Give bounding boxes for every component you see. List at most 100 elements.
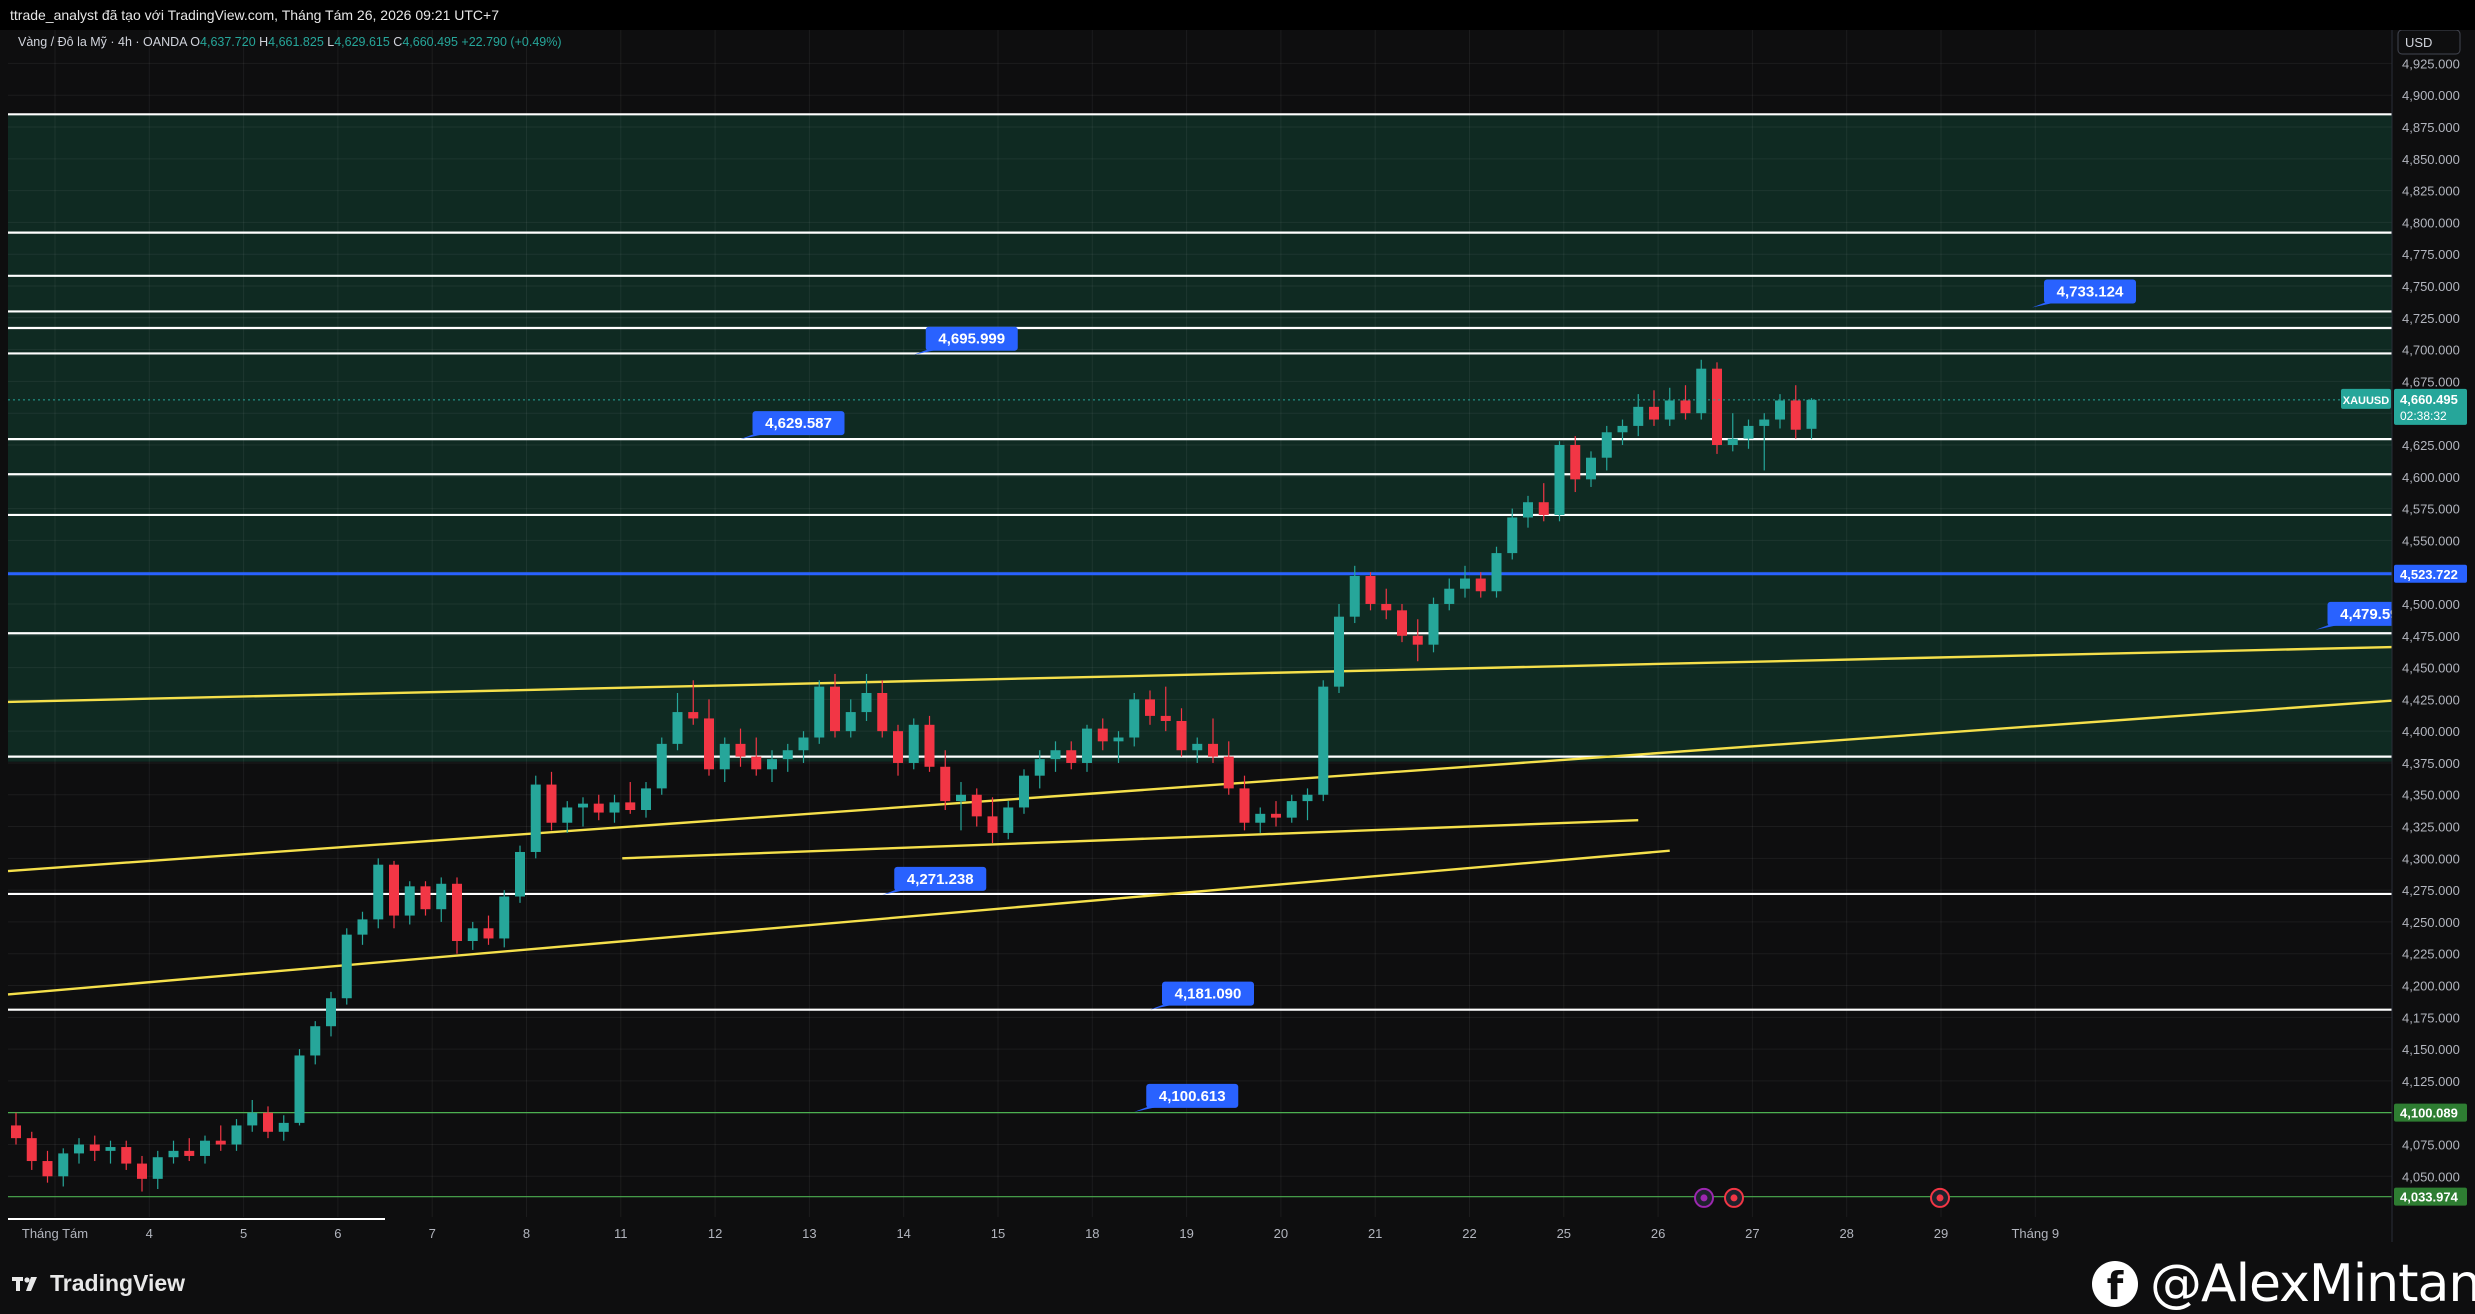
- candle-body: [988, 816, 998, 833]
- candle-body: [1649, 407, 1659, 420]
- y-axis-tick-label: 4,850.000: [2402, 152, 2460, 167]
- candle: [1555, 441, 1565, 521]
- candle-body: [893, 731, 903, 763]
- candle-body: [452, 884, 462, 941]
- footer: TradingView f @AlexMintan: [0, 1252, 2475, 1311]
- candle-body: [484, 928, 494, 938]
- candle-body: [578, 804, 588, 808]
- candle-body: [1681, 400, 1691, 413]
- legend-value: O: [190, 35, 200, 49]
- candle-body: [90, 1145, 100, 1151]
- candle: [909, 718, 919, 769]
- candle-body: [1728, 439, 1738, 445]
- x-axis-label: Tháng Tám: [22, 1226, 88, 1241]
- candle-body: [11, 1125, 21, 1138]
- candle-body: [137, 1164, 147, 1179]
- candle-body: [610, 802, 620, 812]
- candle-body: [1318, 687, 1328, 795]
- tradingview-logo[interactable]: TradingView: [12, 1270, 185, 1297]
- y-axis-tick-label: 4,375.000: [2402, 756, 2460, 771]
- y-axis-tick-label: 4,825.000: [2402, 184, 2460, 199]
- legend-value: 4,637.720: [200, 35, 259, 49]
- candle-body: [1051, 750, 1061, 759]
- y-axis-tick-label: 4,875.000: [2402, 120, 2460, 135]
- y-axis-tick-label: 4,125.000: [2402, 1074, 2460, 1089]
- candle-body: [27, 1138, 37, 1161]
- candle-body: [846, 712, 856, 731]
- candle: [1712, 362, 1722, 454]
- candle: [1492, 547, 1502, 598]
- candle-body: [1224, 757, 1234, 789]
- y-axis-tick-label: 4,725.000: [2402, 311, 2460, 326]
- countdown-text: 02:38:32: [2400, 409, 2447, 423]
- candle-body: [1066, 750, 1076, 763]
- candle-body: [1303, 795, 1313, 801]
- candle-body: [279, 1123, 289, 1132]
- candle-body: [1555, 445, 1565, 515]
- candle-body: [940, 767, 950, 801]
- price-chart[interactable]: 4,695.9994,733.1244,629.5874,670.0084,60…: [0, 30, 2475, 1252]
- candle: [1334, 604, 1344, 693]
- candle-body: [1444, 589, 1454, 604]
- x-axis-label: 20: [1274, 1226, 1288, 1241]
- tradingview-logo-icon: [12, 1275, 42, 1293]
- candle-body: [1791, 400, 1801, 429]
- candle-body: [1618, 426, 1628, 432]
- candle-body: [468, 928, 478, 941]
- y-axis-tick-label: 4,700.000: [2402, 343, 2460, 358]
- candle-body: [814, 687, 824, 738]
- price-annotation: 4,733.124: [2032, 279, 2136, 307]
- price-annotation: 4,629.587: [741, 411, 845, 439]
- candle-body: [751, 757, 761, 770]
- tradingview-logo-text: TradingView: [50, 1270, 185, 1297]
- price-annotation: 4,271.238: [882, 867, 986, 895]
- x-axis-label: 11: [614, 1226, 628, 1241]
- symbol-tag: XAUUSD: [2341, 389, 2391, 409]
- y-axis-tick-label: 4,475.000: [2402, 629, 2460, 644]
- y-axis-tick-label: 4,250.000: [2402, 915, 2460, 930]
- candle-body: [1208, 744, 1218, 757]
- candle: [657, 738, 667, 795]
- candle: [1019, 769, 1029, 814]
- ohlc-legend-text: Vàng / Đô la Mỹ · 4h · OANDA O4,637.720 …: [18, 35, 562, 49]
- chart-caption: ttrade_analyst đã tạo với TradingView.co…: [0, 0, 2475, 30]
- event-marker-dot: [1731, 1194, 1738, 1201]
- x-axis-label: 29: [1934, 1226, 1948, 1241]
- candle: [531, 776, 541, 859]
- candle-body: [594, 804, 604, 813]
- blue-level-tag: 4,523.722: [2394, 565, 2467, 583]
- legend-value: 4,629.615: [334, 35, 393, 49]
- candle-body: [625, 802, 635, 810]
- candle-body: [1240, 788, 1250, 822]
- candle-body: [421, 886, 431, 909]
- y-axis-tick-label: 4,550.000: [2402, 533, 2460, 548]
- y-axis-tick-label: 4,775.000: [2402, 247, 2460, 262]
- candle-body: [1492, 553, 1502, 591]
- y-axis-tick-label: 4,750.000: [2402, 279, 2460, 294]
- y-axis-tick-label: 4,575.000: [2402, 502, 2460, 517]
- y-axis-tick-label: 4,600.000: [2402, 470, 2460, 485]
- event-marker-icon: [1725, 1189, 1743, 1207]
- y-axis-tick-label: 4,625.000: [2402, 438, 2460, 453]
- candle-body: [1586, 458, 1596, 480]
- y-axis-tick-label: 4,425.000: [2402, 692, 2460, 707]
- y-axis-tick-label: 4,300.000: [2402, 851, 2460, 866]
- y-axis-tick-label: 4,050.000: [2402, 1169, 2460, 1184]
- candle-body: [688, 712, 698, 718]
- candle-body: [295, 1055, 305, 1122]
- candle-body: [121, 1147, 131, 1164]
- candle-body: [972, 795, 982, 817]
- candle-body: [1003, 807, 1013, 832]
- candle-body: [767, 759, 777, 769]
- candle-body: [1192, 744, 1202, 750]
- watermark: f @AlexMintan: [2092, 1254, 2475, 1314]
- candle-body: [358, 919, 368, 934]
- candle-body: [1413, 636, 1423, 645]
- ohlc-legend: Vàng / Đô la Mỹ · 4h · OANDA O4,637.720 …: [18, 35, 562, 49]
- current-price-tag: 4,660.495 02:38:32: [2394, 389, 2467, 425]
- currency-button[interactable]: USD: [2398, 30, 2460, 54]
- x-axis-label: 22: [1462, 1226, 1476, 1241]
- candle-body: [531, 785, 541, 852]
- x-axis-label: 14: [896, 1226, 910, 1241]
- current-price-text: 4,660.495: [2400, 392, 2458, 407]
